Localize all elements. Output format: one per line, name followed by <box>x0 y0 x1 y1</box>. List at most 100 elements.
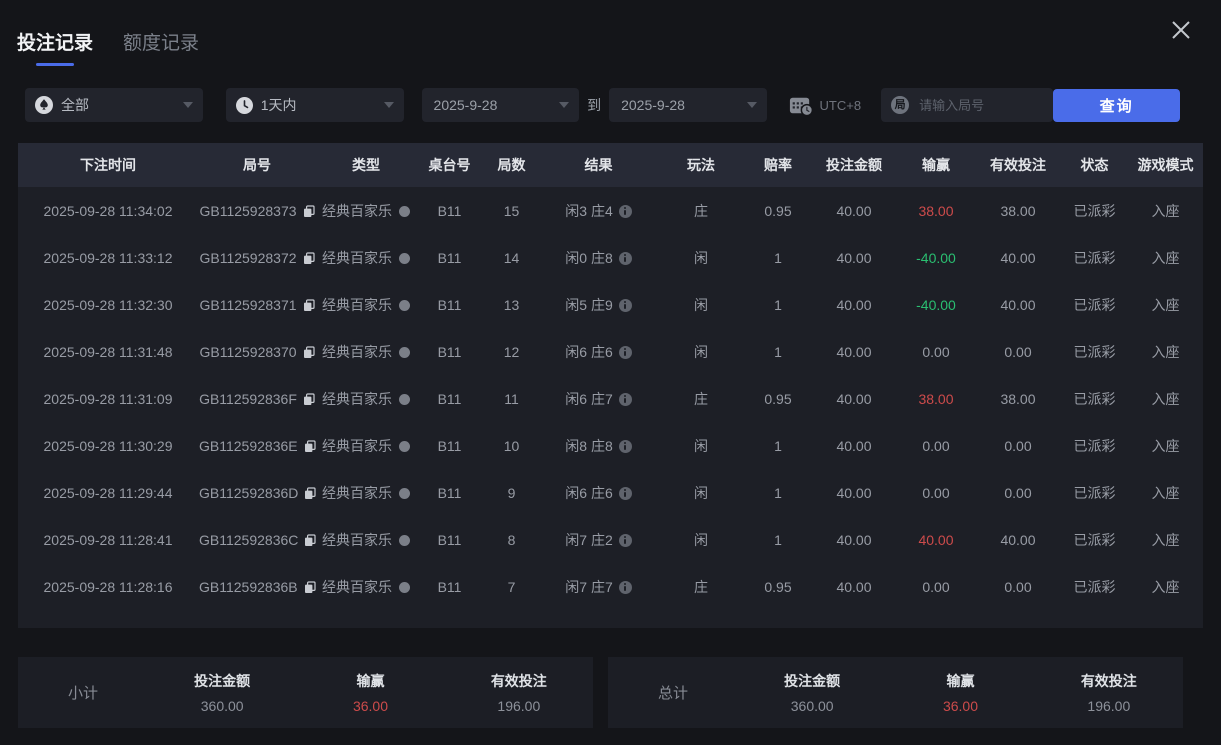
timezone-label: UTC+8 <box>820 98 862 113</box>
header-bet-time: 下注时间 <box>18 143 198 187</box>
cell-play: 庄 <box>657 563 745 610</box>
game-replay-dot-icon[interactable] <box>399 253 410 264</box>
copy-icon[interactable] <box>303 393 315 406</box>
header-result: 结果 <box>540 143 657 187</box>
cell-round-count: 11 <box>483 375 540 422</box>
result-info-icon[interactable] <box>619 534 632 547</box>
result-info-icon[interactable] <box>619 252 632 265</box>
cell-bet-amount: 40.00 <box>811 516 897 563</box>
cell-odds: 1 <box>745 469 811 516</box>
result-info-icon[interactable] <box>619 205 632 218</box>
cell-result: 闲5 庄9 <box>565 297 612 313</box>
result-info-icon[interactable] <box>619 487 632 500</box>
game-replay-dot-icon[interactable] <box>399 488 410 499</box>
cell-table-no: B11 <box>416 422 483 469</box>
cell-game-type: 经典百家乐 <box>322 391 392 407</box>
subtotal-valid-bet: 有效投注 196.00 <box>445 671 593 714</box>
cell-result: 闲7 庄7 <box>565 579 612 595</box>
cell-bet-amount: 40.00 <box>811 375 897 422</box>
cell-table-no: B11 <box>416 281 483 328</box>
table-row: 2025-09-28 11:28:16 GB112592836B 经典百家乐 B… <box>18 563 1203 610</box>
game-replay-dot-icon[interactable] <box>399 441 410 452</box>
cell-round-count: 13 <box>483 281 540 328</box>
cell-win-loss: -40.00 <box>897 281 975 328</box>
cell-table-no: B11 <box>416 375 483 422</box>
result-info-icon[interactable] <box>619 393 632 406</box>
table-row: 2025-09-28 11:29:44 GB112592836D 经典百家乐 B… <box>18 469 1203 516</box>
stat-value: 360.00 <box>148 698 296 714</box>
cell-result: 闲6 庄6 <box>565 344 612 360</box>
cell-bet-time: 2025-09-28 11:31:09 <box>44 391 173 407</box>
header-round-id: 局号 <box>198 143 316 187</box>
table-header-row: 下注时间 局号 类型 桌台号 局数 结果 玩法 赔率 投注金额 输赢 有效投注 … <box>18 143 1203 187</box>
cell-game-mode: 入座 <box>1128 187 1203 234</box>
game-replay-dot-icon[interactable] <box>399 535 410 546</box>
copy-icon[interactable] <box>304 487 316 500</box>
close-icon[interactable] <box>1168 17 1194 43</box>
cell-bet-time: 2025-09-28 11:32:30 <box>44 297 173 313</box>
chevron-down-icon <box>183 102 193 108</box>
cell-bet-amount: 40.00 <box>811 328 897 375</box>
cell-game-type: 经典百家乐 <box>322 485 392 501</box>
copy-icon[interactable] <box>303 346 315 359</box>
stat-label: 输赢 <box>296 671 444 691</box>
cell-win-loss: 0.00 <box>897 469 975 516</box>
cell-odds: 1 <box>745 422 811 469</box>
cell-win-loss: 0.00 <box>897 563 975 610</box>
cell-bet-amount: 40.00 <box>811 422 897 469</box>
round-search-box[interactable]: 局 <box>881 88 1053 122</box>
game-replay-dot-icon[interactable] <box>399 300 410 311</box>
tab-betting-records[interactable]: 投注记录 <box>17 28 93 66</box>
cell-bet-time: 2025-09-28 11:30:29 <box>44 438 173 454</box>
round-badge-icon: 局 <box>891 96 909 114</box>
cell-game-type: 经典百家乐 <box>322 344 392 360</box>
records-table: 下注时间 局号 类型 桌台号 局数 结果 玩法 赔率 投注金额 输赢 有效投注 … <box>18 143 1203 610</box>
stat-value: 36.00 <box>296 698 444 714</box>
result-info-icon[interactable] <box>619 299 632 312</box>
game-type-select-value: 全部 <box>61 95 89 115</box>
tab-quota-records[interactable]: 额度记录 <box>123 28 199 66</box>
cell-table-no: B11 <box>416 516 483 563</box>
cell-round-id: GB1125928372 <box>199 250 296 266</box>
copy-icon[interactable] <box>304 534 316 547</box>
summary-row: 小计 投注金额 360.00 输赢 36.00 有效投注 196.00 总计 投… <box>18 657 1183 728</box>
copy-icon[interactable] <box>303 205 315 218</box>
cell-round-count: 12 <box>483 328 540 375</box>
game-replay-dot-icon[interactable] <box>399 347 410 358</box>
time-range-select[interactable]: 1天内 <box>226 88 404 122</box>
table-row: 2025-09-28 11:31:09 GB112592836F 经典百家乐 B… <box>18 375 1203 422</box>
stat-value: 196.00 <box>445 698 593 714</box>
result-info-icon[interactable] <box>619 440 632 453</box>
header-game-type: 类型 <box>316 143 416 187</box>
cell-play: 闲 <box>657 328 745 375</box>
cell-status: 已派彩 <box>1061 516 1128 563</box>
stat-label: 投注金额 <box>738 671 886 691</box>
game-replay-dot-icon[interactable] <box>399 582 410 593</box>
cell-status: 已派彩 <box>1061 281 1128 328</box>
copy-icon[interactable] <box>303 299 315 312</box>
stat-value: 36.00 <box>886 698 1034 714</box>
cell-play: 闲 <box>657 516 745 563</box>
copy-icon[interactable] <box>304 581 316 594</box>
copy-icon[interactable] <box>304 440 316 453</box>
cell-odds: 0.95 <box>745 187 811 234</box>
betting-records-window: 投注记录 额度记录 全部 1天内 2025-9-28 <box>0 0 1221 745</box>
date-to-value: 2025-9-28 <box>621 97 685 113</box>
cell-result: 闲7 庄2 <box>565 532 612 548</box>
cell-game-type: 经典百家乐 <box>322 297 392 313</box>
result-info-icon[interactable] <box>619 346 632 359</box>
cell-play: 庄 <box>657 375 745 422</box>
game-type-select[interactable]: 全部 <box>25 88 203 122</box>
date-from-picker[interactable]: 2025-9-28 <box>422 88 580 122</box>
date-to-picker[interactable]: 2025-9-28 <box>609 88 767 122</box>
round-search-input[interactable] <box>917 97 1043 114</box>
cell-status: 已派彩 <box>1061 563 1128 610</box>
query-button[interactable]: 查询 <box>1053 89 1180 122</box>
cell-win-loss: 38.00 <box>897 375 975 422</box>
cell-game-mode: 入座 <box>1128 328 1203 375</box>
result-info-icon[interactable] <box>619 581 632 594</box>
cell-valid-bet: 40.00 <box>975 281 1061 328</box>
copy-icon[interactable] <box>303 252 315 265</box>
game-replay-dot-icon[interactable] <box>399 206 410 217</box>
game-replay-dot-icon[interactable] <box>399 394 410 405</box>
